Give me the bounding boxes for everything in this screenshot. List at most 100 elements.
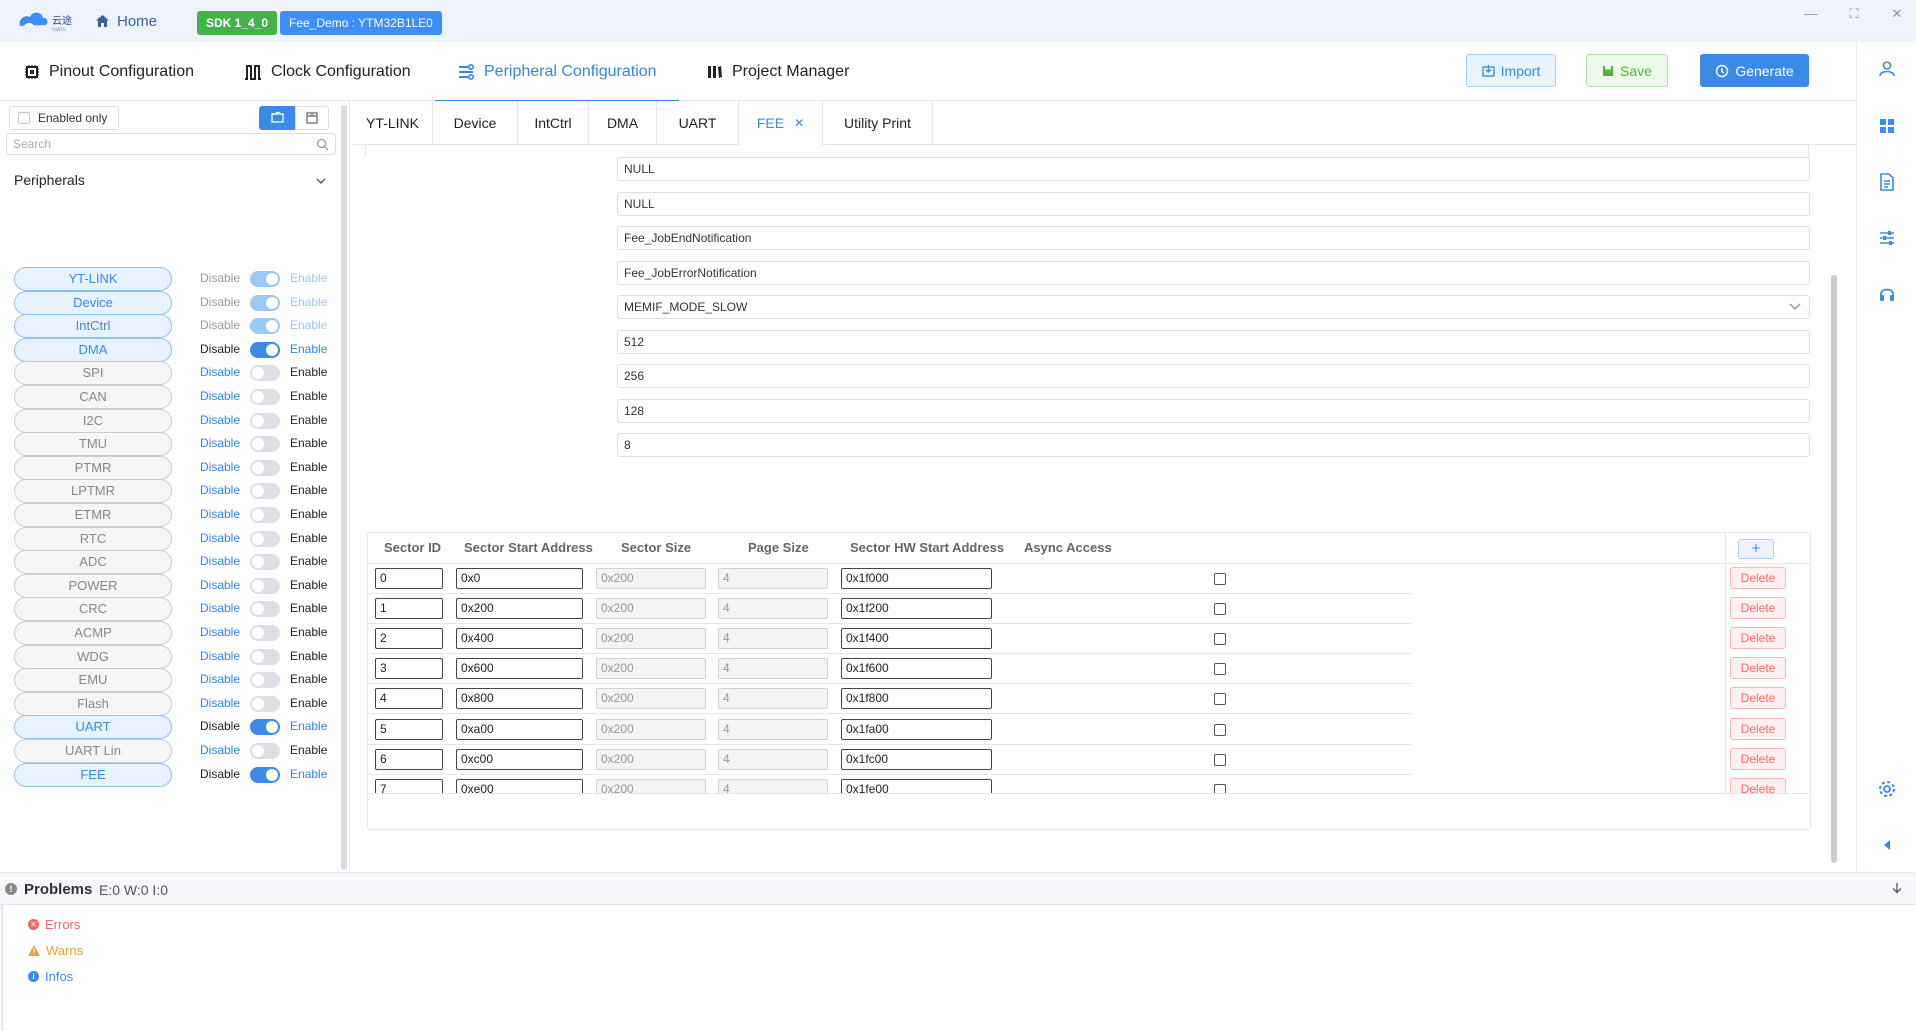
peripheral-name-button[interactable]: RTC (14, 526, 172, 551)
save-button[interactable]: Save (1586, 54, 1668, 87)
enable-label[interactable]: Enable (290, 483, 327, 497)
peripheral-enable-toggle[interactable] (250, 389, 280, 405)
document-icon[interactable] (1877, 172, 1897, 192)
peripheral-enable-toggle[interactable] (250, 365, 280, 382)
disable-label[interactable]: Disable (200, 318, 240, 332)
collapse-left-icon[interactable] (1877, 835, 1897, 855)
peripheral-enable-toggle[interactable] (250, 719, 280, 736)
peripheral-enable-toggle[interactable] (250, 507, 280, 523)
close-tab-icon[interactable]: ✕ (794, 116, 804, 130)
delete-sector-button[interactable]: Delete (1730, 717, 1786, 740)
form-scrollbar[interactable] (1831, 275, 1837, 863)
peripheral-enable-toggle[interactable] (250, 554, 280, 571)
disable-label[interactable]: Disable (200, 719, 240, 733)
search-input[interactable] (6, 133, 336, 155)
enable-label[interactable]: Enable (290, 365, 327, 379)
tab-fee[interactable]: FEE ✕ (739, 101, 823, 145)
sector-id-input[interactable]: 0 (375, 568, 443, 589)
disable-label[interactable]: Disable (200, 672, 240, 686)
enable-label[interactable]: Enable (290, 649, 327, 663)
async-access-checkbox[interactable] (1214, 723, 1226, 736)
disable-label[interactable]: Disable (200, 295, 240, 309)
delete-sector-button[interactable]: Delete (1730, 777, 1786, 793)
disable-label[interactable]: Disable (200, 743, 240, 757)
project-badge[interactable]: Fee_Demo : YTM32B1LE0 (280, 11, 442, 35)
disable-label[interactable]: Disable (200, 365, 240, 379)
enable-label[interactable]: Enable (290, 460, 327, 474)
sector-id-input[interactable]: 5 (375, 718, 443, 740)
peripheral-name-button[interactable]: CRC (14, 597, 172, 622)
sector-hw-start-address-input[interactable]: 0x1f400 (841, 628, 992, 650)
peripheral-name-button[interactable]: PTMR (14, 455, 172, 480)
enable-label[interactable]: Enable (290, 389, 327, 403)
peripheral-enable-toggle[interactable] (250, 530, 280, 547)
chevron-down-icon[interactable] (314, 174, 328, 188)
sector-id-input[interactable]: 1 (375, 598, 443, 620)
enable-label[interactable]: Enable (290, 672, 327, 686)
sector-start-address-input[interactable]: 0x800 (456, 688, 583, 710)
sector-start-address-input[interactable]: 0x400 (456, 628, 583, 650)
delete-sector-button[interactable]: Delete (1730, 747, 1786, 770)
sector-hw-start-address-input[interactable]: 0x1fa00 (841, 718, 992, 740)
peripherals-heading[interactable]: Peripherals (14, 172, 85, 188)
apps-grid-icon[interactable] (1877, 116, 1897, 136)
peripheral-enable-toggle[interactable] (250, 672, 280, 689)
enable-label[interactable]: Enable (290, 413, 327, 427)
peripheral-enable-toggle[interactable] (250, 695, 280, 712)
peripheral-name-button[interactable]: TMU (14, 432, 172, 457)
disable-label[interactable]: Disable (200, 767, 240, 781)
enable-label[interactable]: Enable (290, 554, 327, 568)
add-sector-button[interactable]: + (1738, 539, 1774, 559)
maximize-icon[interactable]: ⛶ (1845, 5, 1863, 23)
peripheral-enable-toggle[interactable] (250, 648, 280, 665)
grid-view-toggle[interactable] (295, 106, 329, 130)
peripheral-name-button[interactable]: UART (14, 715, 172, 740)
generate-button[interactable]: Generate (1700, 54, 1809, 87)
peripheral-name-button[interactable]: POWER (14, 573, 172, 598)
minimize-icon[interactable]: — (1802, 5, 1820, 23)
tab-clock-configuration[interactable]: Clock Configuration (244, 42, 411, 101)
sector-hw-start-address-input[interactable]: 0x1f000 (841, 568, 992, 589)
checkbox-box[interactable] (18, 112, 30, 124)
sliders-icon[interactable] (1877, 228, 1897, 248)
field-input[interactable]: 512 (617, 329, 1810, 354)
async-access-checkbox[interactable] (1214, 603, 1226, 616)
arrow-down-icon[interactable] (1890, 881, 1904, 895)
peripheral-name-button[interactable]: FEE (14, 762, 172, 787)
disable-label[interactable]: Disable (200, 554, 240, 568)
peripheral-enable-toggle[interactable] (250, 743, 280, 759)
disable-label[interactable]: Disable (200, 696, 240, 710)
peripheral-enable-toggle[interactable] (250, 436, 280, 453)
user-icon[interactable] (1877, 59, 1897, 79)
async-access-checkbox[interactable] (1214, 573, 1226, 585)
peripheral-name-button[interactable]: UART Lin (14, 739, 172, 763)
disable-label[interactable]: Disable (200, 271, 240, 285)
peripheral-name-button[interactable]: Flash (14, 691, 172, 716)
sector-start-address-input[interactable]: 0x200 (456, 598, 583, 620)
enable-label[interactable]: Enable (290, 625, 327, 639)
sector-hw-start-address-input[interactable]: 0x1f600 (841, 658, 992, 680)
sector-start-address-input[interactable]: 0xc00 (456, 748, 583, 770)
peripheral-name-button[interactable]: YT-LINK (14, 267, 172, 291)
tab-uart[interactable]: UART (657, 101, 739, 145)
delete-sector-button[interactable]: Delete (1730, 567, 1786, 589)
enabled-only-checkbox[interactable]: Enabled only (9, 106, 119, 130)
peripheral-enable-toggle[interactable] (250, 601, 280, 618)
enable-label[interactable]: Enable (290, 295, 327, 309)
peripheral-name-button[interactable]: ADC (14, 550, 172, 575)
enable-label[interactable]: Enable (290, 601, 327, 615)
field-input[interactable]: Fee_JobEndNotification (617, 226, 1810, 250)
sector-id-input[interactable]: 4 (375, 688, 443, 710)
problems-warns[interactable]: Warns (28, 943, 83, 958)
delete-sector-button[interactable]: Delete (1730, 597, 1786, 620)
work-mode-select[interactable]: MEMIF_MODE_SLOW (617, 295, 1810, 319)
problems-errors[interactable]: ✕ Errors (28, 917, 80, 932)
enable-label[interactable]: Enable (290, 767, 327, 781)
disable-label[interactable]: Disable (200, 483, 240, 497)
peripheral-name-button[interactable]: ETMR (14, 503, 172, 527)
peripheral-enable-toggle[interactable] (250, 766, 280, 783)
problems-infos[interactable]: i Infos (28, 969, 73, 984)
peripheral-enable-toggle[interactable] (250, 459, 280, 476)
peripheral-name-button[interactable]: WDG (14, 644, 172, 669)
tab-dma[interactable]: DMA (589, 101, 657, 145)
